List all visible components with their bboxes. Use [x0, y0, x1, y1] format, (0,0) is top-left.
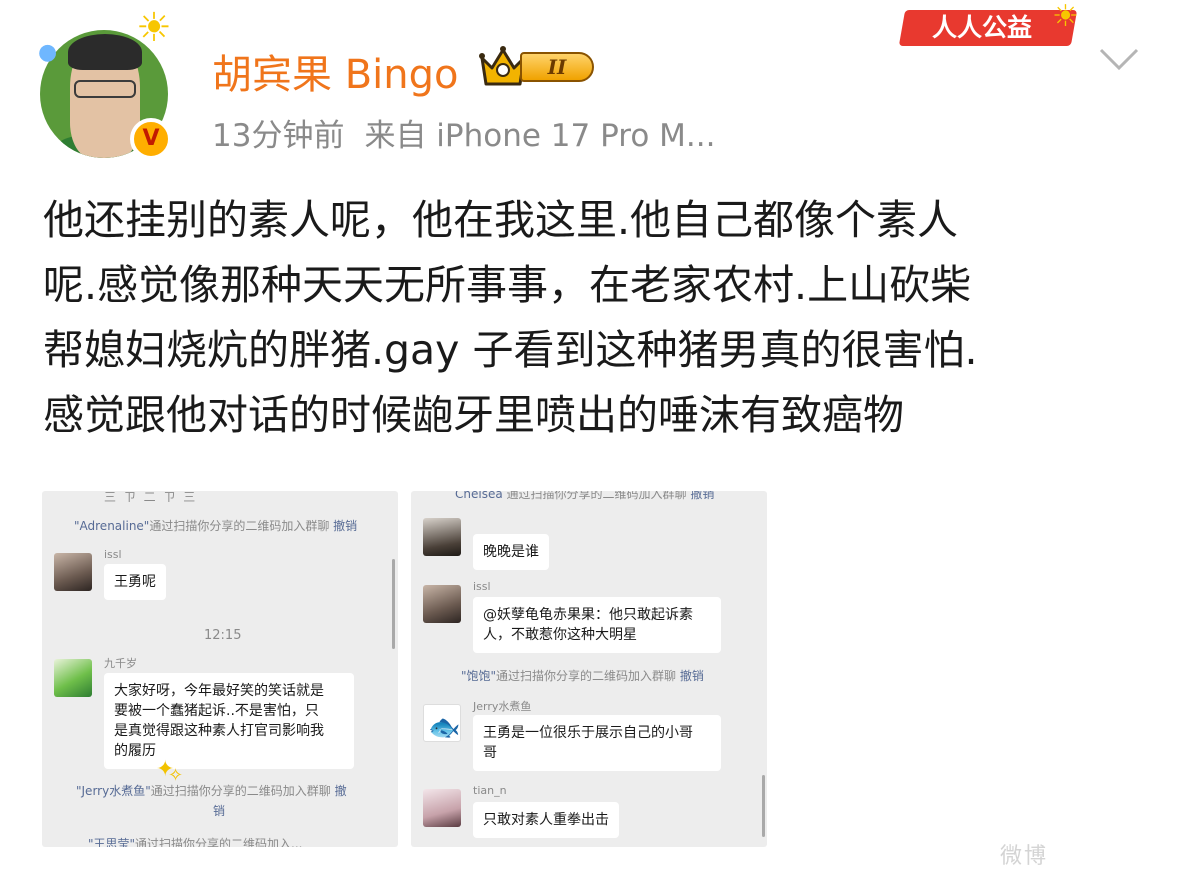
level-tag: II — [520, 52, 594, 82]
chat-avatar[interactable] — [423, 585, 461, 623]
chat-avatar[interactable] — [54, 659, 92, 697]
post-text-line: 呢.感觉像那种天天无所事事，在老家农村.上山砍柴 — [43, 261, 972, 309]
system-message: "Adrenaline"通过扫描你分享的二维码加入群聊 撤销 — [74, 519, 358, 533]
post-time: 13分钟前 — [212, 118, 345, 154]
sender-name: issl — [104, 548, 122, 561]
author-name[interactable]: 胡宾果 Bingo — [212, 42, 458, 100]
system-message: "饱饱"通过扫描你分享的二维码加入群聊 撤销 — [461, 669, 704, 683]
post-source: 来自 iPhone 17 Pro M... — [364, 118, 716, 154]
post-image-1[interactable]: 三 ㄗ 二 ㄗ 三 "Adrenaline"通过扫描你分享的二维码加入群聊 撤销… — [42, 491, 398, 847]
sun-decoration-icon: ☀ — [136, 5, 172, 51]
post-meta: 13分钟前 来自 iPhone 17 Pro M... — [212, 110, 715, 155]
member-level-badge[interactable]: II — [478, 44, 596, 90]
post-text-line: 他还挂别的素人呢，他在我这里.他自己都像个素人 — [43, 196, 959, 244]
sun-icon: ☀ — [1052, 0, 1079, 34]
sender-name: 九千岁 — [104, 657, 137, 670]
chat-avatar[interactable] — [423, 518, 461, 556]
message-bubble: @妖孽龟龟赤果果：他只敢起诉素 人，不敢惹你这种大明星 — [473, 597, 721, 653]
chat-avatar[interactable] — [54, 553, 92, 591]
post-body: 他还挂别的素人呢，他在我这里.他自己都像个素人 呢.感觉像那种天天无所事事，在老… — [43, 188, 1153, 448]
sender-name: issl — [473, 580, 491, 593]
message-bubble: 王勇是一位很乐于展示自己的小哥 哥 — [473, 715, 721, 771]
watermark: 微博 — [1000, 844, 1049, 869]
post-text-line: 帮媳妇烧炕的胖猪.gay 子看到这种猪男真的很害怕. — [43, 326, 978, 374]
chevron-down-icon[interactable] — [1098, 46, 1140, 74]
revoke-link[interactable]: 撤销 — [333, 519, 357, 533]
sender-name: tian_n — [473, 784, 507, 797]
charity-badge-label: 人人公益 — [932, 13, 1033, 42]
author-avatar[interactable]: ● ☀ V — [38, 8, 172, 162]
verified-v-icon: V — [130, 118, 172, 160]
bubble-decoration-icon: ● — [38, 40, 58, 65]
sender-name: Jerry水煮鱼 — [473, 700, 532, 713]
revoke-link[interactable]: 撤销 — [680, 669, 704, 683]
revoke-link[interactable]: 撤 — [335, 784, 347, 798]
message-bubble: 晚晚是谁 — [473, 534, 549, 570]
message-bubble: 大家好呀，今年最好笑的笑话就是 要被一个蠢猪起诉..不是害怕，只 是真觉得跟这种… — [104, 673, 354, 769]
charity-badge[interactable]: 人人公益 ☀ — [898, 0, 1094, 50]
system-message: Chelsea 通过扫描你分享的二维码加入群聊 撤销 — [455, 491, 714, 502]
post-text-line: 感觉跟他对话的时候龅牙里喷出的唾沫有致癌物 — [43, 391, 904, 439]
message-bubble: 王勇呢 — [104, 564, 166, 600]
system-message: "Jerry水煮鱼"通过扫描你分享的二维码加入群聊 撤 — [76, 784, 347, 798]
revoke-link[interactable]: 销 — [213, 802, 225, 819]
chat-avatar[interactable]: 🐟 — [423, 704, 461, 742]
scrollbar[interactable] — [392, 559, 395, 649]
chat-avatar[interactable] — [423, 789, 461, 827]
chat-timestamp: 12:15 — [204, 628, 242, 643]
post-image-2[interactable]: Chelsea 通过扫描你分享的二维码加入群聊 撤销 晚晚是谁 issl @妖孽… — [411, 491, 767, 847]
revoke-link[interactable]: 撤销 — [690, 491, 714, 501]
message-bubble: 只敢对素人重拳出击 — [473, 802, 619, 838]
fish-icon: 🐟 — [428, 713, 461, 742]
system-message: "王思莹"通过扫描你分享的二维码加入... — [88, 837, 303, 847]
scrollbar[interactable] — [762, 775, 765, 837]
top-fragment: 三 ㄗ 二 ㄗ 三 — [104, 491, 198, 504]
